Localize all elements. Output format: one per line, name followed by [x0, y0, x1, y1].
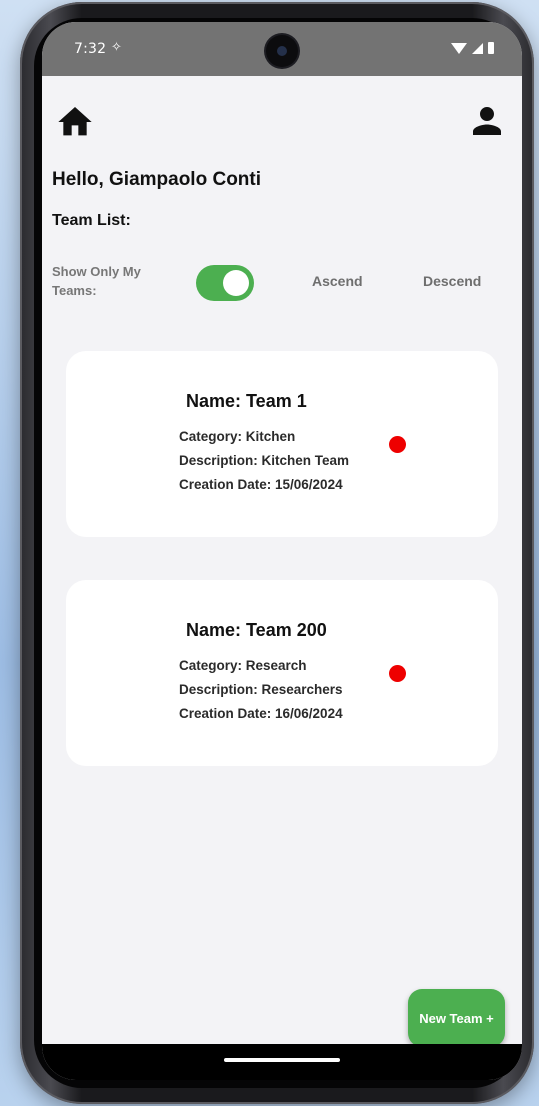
team-status-dot	[389, 665, 406, 682]
toggle-knob	[223, 270, 249, 296]
greeting-text: Hello, Giampaolo Conti	[52, 169, 262, 190]
camera-icon	[266, 35, 298, 67]
status-icons	[451, 42, 494, 54]
ascend-button[interactable]: Ascend	[312, 273, 363, 289]
status-bar: 7:32 ✧	[42, 22, 522, 76]
gesture-handle[interactable]	[224, 1058, 340, 1062]
team-name: Name: Team 200	[186, 620, 327, 640]
team-creation-date: Creation Date: 15/06/2024	[179, 477, 343, 492]
app-screen: 7:32 ✧ Hello, Giampaolo Conti Team List:…	[42, 22, 522, 1080]
descend-button[interactable]: Descend	[423, 273, 481, 289]
battery-icon	[488, 42, 494, 54]
wifi-icon	[451, 43, 467, 54]
new-team-button[interactable]: New Team +	[408, 989, 505, 1047]
show-only-my-teams-label: Show Only My Teams:	[52, 264, 141, 298]
team-card[interactable]: Name: Team 1 Category: Kitchen Descripti…	[66, 351, 498, 537]
status-notification-icon: ✧	[111, 40, 122, 55]
team-status-dot	[389, 436, 406, 453]
team-list-heading: Team List:	[52, 212, 131, 229]
signal-icon	[472, 43, 483, 54]
team-category: Category: Research	[179, 658, 307, 673]
person-icon[interactable]	[466, 100, 508, 142]
team-category: Category: Kitchen	[179, 429, 296, 444]
status-time: 7:32	[74, 41, 107, 57]
team-creation-date: Creation Date: 16/06/2024	[179, 706, 343, 721]
home-icon[interactable]	[54, 102, 96, 142]
navigation-bar	[42, 1044, 522, 1080]
show-only-my-teams-toggle[interactable]	[196, 265, 254, 301]
team-description: Description: Researchers	[179, 682, 343, 697]
team-name: Name: Team 1	[186, 391, 307, 411]
team-card[interactable]: Name: Team 200 Category: Research Descri…	[66, 580, 498, 766]
team-description: Description: Kitchen Team	[179, 453, 350, 468]
